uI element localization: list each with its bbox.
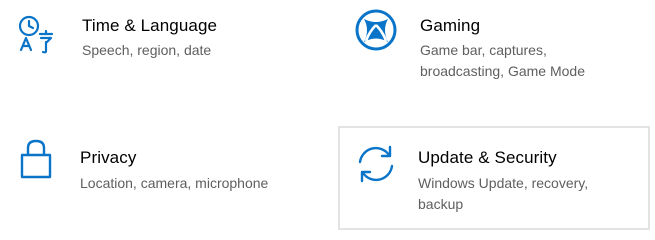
tile-title: Privacy: [80, 148, 137, 167]
sync-icon: [354, 142, 398, 186]
time-language-icon: [14, 12, 58, 56]
xbox-icon: [354, 8, 398, 52]
tile-title: Update & Security: [418, 148, 557, 167]
lock-icon: [14, 136, 58, 180]
tile-description: Windows Update, recovery, backup: [418, 175, 589, 212]
tile-description: Location, camera, microphone: [80, 175, 269, 191]
tile-title: Time & Language: [82, 16, 218, 35]
tile-description: Speech, region, date: [82, 42, 212, 58]
tile-update-security[interactable]: Update & Security Windows Update, recove…: [338, 126, 650, 230]
tile-description: Game bar, captures, broadcasting, Game M…: [420, 42, 585, 79]
tile-privacy[interactable]: Privacy Location, camera, microphone: [0, 126, 330, 230]
tile-gaming[interactable]: Gaming Game bar, captures, broadcasting,…: [338, 0, 650, 100]
tile-time-language[interactable]: Time & Language Speech, region, date: [0, 0, 330, 100]
tile-title: Gaming: [420, 16, 481, 35]
